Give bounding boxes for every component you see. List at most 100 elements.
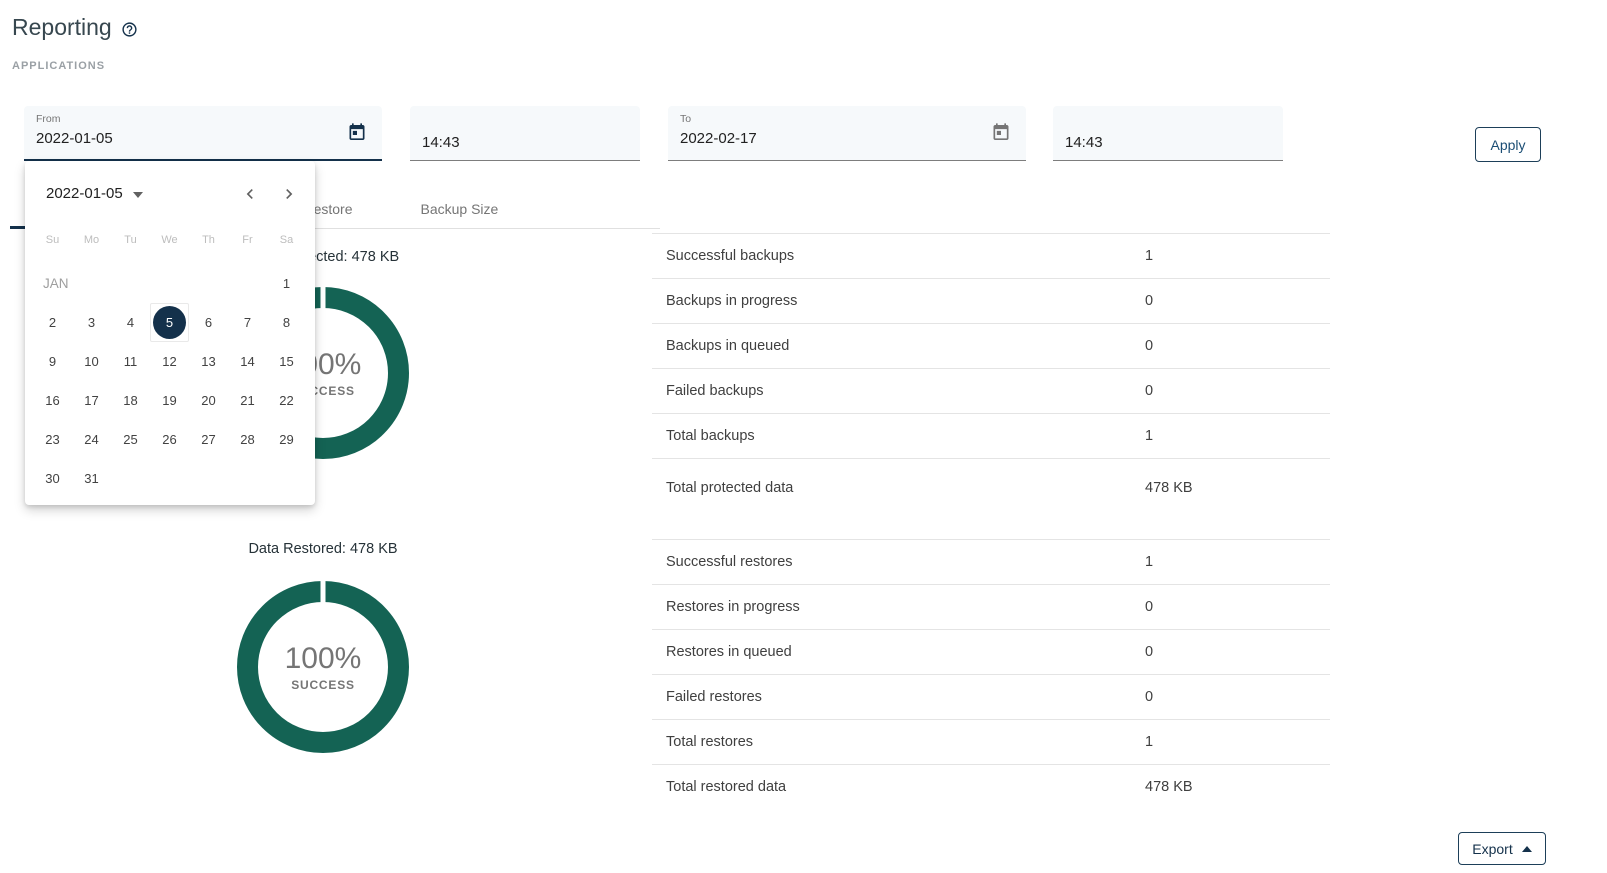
calendar-day[interactable]: 6 [189, 303, 228, 342]
calendar-weekdays: SuMoTuWeThFrSa [33, 227, 306, 253]
calendar-day[interactable]: 19 [150, 381, 189, 420]
calendar-day[interactable]: 9 [33, 342, 72, 381]
calendar-day[interactable]: 27 [189, 420, 228, 459]
stat-row: Failed backups0 [652, 368, 1330, 413]
calendar-day[interactable]: 30 [33, 459, 72, 498]
stat-row: Restores in progress0 [652, 584, 1330, 629]
weekday-label: Mo [72, 227, 111, 253]
calendar-day[interactable]: 8 [267, 303, 306, 342]
calendar-day[interactable]: 2 [33, 303, 72, 342]
stat-value: 1 [1145, 248, 1153, 264]
calendar-day-empty [111, 264, 150, 303]
next-month-button[interactable] [274, 179, 304, 209]
stat-row: Total protected data478 KB [652, 458, 1330, 516]
calendar-day[interactable]: 31 [72, 459, 111, 498]
calendar-day[interactable]: 3 [72, 303, 111, 342]
stat-value: 0 [1145, 599, 1153, 615]
calendar-month-label: JAN [33, 264, 72, 303]
stat-label: Total restored data [666, 779, 1145, 795]
calendar-day[interactable]: 15 [267, 342, 306, 381]
prev-month-button[interactable] [235, 179, 265, 209]
calendar-day[interactable]: 4 [111, 303, 150, 342]
from-time-field[interactable]: 14:43 [410, 106, 640, 161]
from-time-value: 14:43 [422, 134, 460, 151]
from-date-value: 2022-01-05 [36, 130, 370, 147]
calendar-day-empty [111, 459, 150, 498]
calendar-grid: JAN1234567891011121314151617181920212223… [33, 264, 306, 498]
stat-value: 0 [1145, 644, 1153, 660]
stat-value: 1 [1145, 554, 1153, 570]
data-restored-title: Data Restored: 478 KB [193, 541, 453, 557]
data-restored-chart: Data Restored: 478 KB 100% SUCCESS [193, 541, 453, 753]
stat-row: Total restores1 [652, 719, 1330, 764]
stat-row: Successful restores1 [652, 539, 1330, 584]
stat-value: 478 KB [1145, 480, 1193, 496]
calendar-day[interactable]: 12 [150, 342, 189, 381]
success-percent: 100% [285, 642, 362, 676]
calendar-day[interactable]: 1 [267, 264, 306, 303]
apply-button[interactable]: Apply [1475, 127, 1541, 162]
help-icon[interactable] [121, 21, 138, 38]
calendar-day[interactable]: 23 [33, 420, 72, 459]
tab-backup-size[interactable]: Backup Size [386, 188, 532, 229]
chevron-down-icon [133, 192, 143, 198]
calendar-icon[interactable] [991, 122, 1011, 143]
restore-stats-table: Successful restores1Restores in progress… [652, 539, 1330, 809]
stat-value: 0 [1145, 689, 1153, 705]
to-time-field[interactable]: 14:43 [1053, 106, 1283, 161]
calendar-day[interactable]: 21 [228, 381, 267, 420]
calendar-icon[interactable] [347, 122, 367, 143]
stat-label: Backups in progress [666, 293, 1145, 309]
calendar-header-date: 2022-01-05 [46, 185, 123, 202]
calendar-date-selector[interactable]: 2022-01-05 [46, 185, 143, 202]
stat-value: 1 [1145, 734, 1153, 750]
calendar-day[interactable]: 20 [189, 381, 228, 420]
calendar-day[interactable]: 10 [72, 342, 111, 381]
calendar-day-empty [228, 459, 267, 498]
data-restored-donut: 100% SUCCESS [237, 581, 409, 753]
export-label: Export [1472, 841, 1512, 857]
calendar-day-selected[interactable]: 5 [150, 303, 189, 342]
calendar-day[interactable]: 18 [111, 381, 150, 420]
success-caption: SUCCESS [291, 678, 355, 692]
calendar-day[interactable]: 28 [228, 420, 267, 459]
calendar-day[interactable]: 25 [111, 420, 150, 459]
stat-label: Successful restores [666, 554, 1145, 570]
backup-stats-table: Successful backups1Backups in progress0B… [652, 233, 1330, 516]
stat-row: Successful backups1 [652, 233, 1330, 278]
stat-label: Total protected data [666, 480, 1145, 496]
stat-row: Backups in queued0 [652, 323, 1330, 368]
to-date-field[interactable]: To 2022-02-17 [668, 106, 1026, 161]
stat-row: Total restored data478 KB [652, 764, 1330, 809]
calendar-day-empty [72, 264, 111, 303]
calendar-day[interactable]: 26 [150, 420, 189, 459]
page-title: Reporting [12, 14, 112, 41]
calendar-day[interactable]: 16 [33, 381, 72, 420]
calendar-day[interactable]: 14 [228, 342, 267, 381]
calendar-day[interactable]: 29 [267, 420, 306, 459]
stat-label: Total backups [666, 428, 1145, 444]
stat-value: 0 [1145, 383, 1153, 399]
page-header: Reporting [12, 14, 138, 41]
to-date-value: 2022-02-17 [680, 130, 1014, 147]
calendar-day[interactable]: 13 [189, 342, 228, 381]
calendar-day-empty [267, 459, 306, 498]
weekday-label: Th [189, 227, 228, 253]
calendar-day[interactable]: 24 [72, 420, 111, 459]
export-button[interactable]: Export [1458, 832, 1546, 865]
weekday-label: Fr [228, 227, 267, 253]
from-date-field[interactable]: From 2022-01-05 [24, 106, 382, 161]
stat-label: Total restores [666, 734, 1145, 750]
calendar-day-empty [150, 459, 189, 498]
filter-row: From 2022-01-05 14:43 To 2022-02-17 14:4… [24, 106, 1283, 161]
calendar-day[interactable]: 22 [267, 381, 306, 420]
weekday-label: Tu [111, 227, 150, 253]
from-date-label: From [36, 113, 370, 125]
stat-label: Restores in queued [666, 644, 1145, 660]
stat-label: Failed backups [666, 383, 1145, 399]
calendar-day[interactable]: 17 [72, 381, 111, 420]
calendar-day[interactable]: 11 [111, 342, 150, 381]
calendar-day[interactable]: 7 [228, 303, 267, 342]
stat-label: Backups in queued [666, 338, 1145, 354]
stat-row: Backups in progress0 [652, 278, 1330, 323]
